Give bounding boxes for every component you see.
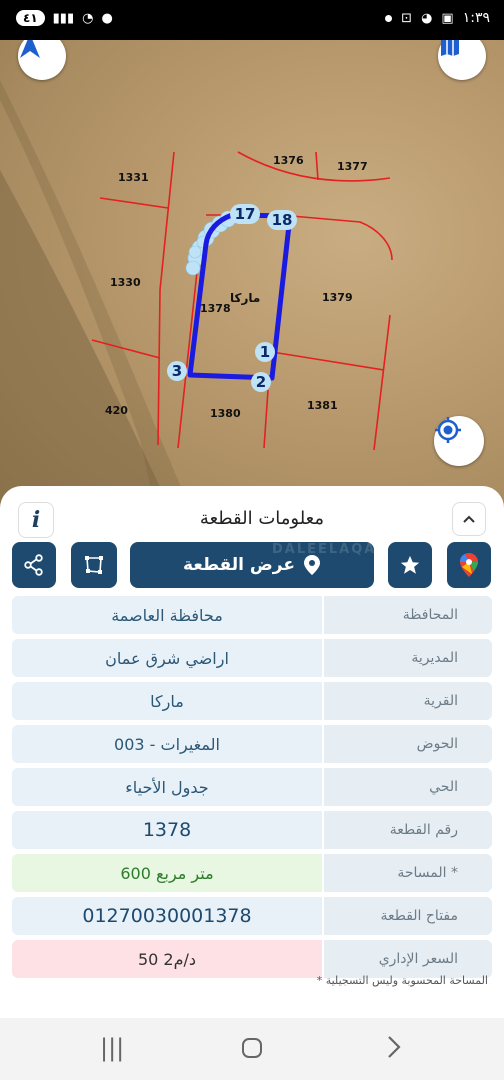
screenshot-icon: ⊡ — [401, 10, 413, 26]
gallery-icon: ▣ — [441, 10, 454, 26]
table-row: ماركا القرية — [12, 682, 492, 720]
parcel-label: 1381 — [307, 399, 338, 412]
table-row: اراضي شرق عمان المديرية — [12, 639, 492, 677]
admin-price-value: 50 د/م2 — [12, 940, 322, 978]
info-button[interactable]: i — [18, 502, 54, 538]
area-label: المساحة * — [324, 854, 492, 892]
governorate-label: المحافظة — [324, 596, 492, 634]
basin-label: الحوض — [324, 725, 492, 763]
watermark: DALEELAQAR — [272, 542, 389, 557]
favorite-button[interactable] — [388, 542, 432, 588]
vertex-marker[interactable]: 17 — [230, 204, 260, 224]
parcel-label: 1378 — [200, 302, 231, 315]
parcel-details-table: محافظة العاصمة المحافظة اراضي شرق عمان ا… — [12, 596, 492, 983]
sheet-header: i معلومات القطعة — [0, 496, 504, 540]
basin-value: المغيرات - 003 — [12, 725, 322, 763]
share-icon — [24, 554, 43, 576]
parcel-label: 1376 — [273, 154, 304, 167]
table-row: 01270030001378 مفتاح القطعة — [12, 897, 492, 935]
signal-icon: ▮▮▮ — [52, 10, 75, 26]
action-toolbar: DALEELAQAR عرض القطعة — [0, 542, 504, 588]
location-pin-icon — [303, 555, 320, 575]
admin-price-label: السعر الإداري — [324, 940, 492, 978]
parcel-key-value: 01270030001378 — [12, 897, 322, 935]
governorate-value: محافظة العاصمة — [12, 596, 322, 634]
vertex-marker[interactable]: 3 — [167, 361, 187, 381]
parcel-label: 1377 — [337, 160, 368, 173]
table-row: المغيرات - 003 الحوض — [12, 725, 492, 763]
table-row: 50 د/م2 السعر الإداري — [12, 940, 492, 978]
village-value: ماركا — [12, 682, 322, 720]
sheet-title: معلومات القطعة — [199, 508, 324, 529]
neighborhood-label: الحي — [324, 768, 492, 806]
vertex-cluster — [185, 210, 237, 276]
parcel-label: 1331 — [118, 171, 149, 184]
info-icon: i — [31, 507, 41, 533]
parcel-number-label: رقم القطعة — [324, 811, 492, 849]
system-nav-bar: ||| — [0, 1018, 504, 1080]
polygon-button[interactable] — [71, 542, 117, 588]
notification-dot-icon — [385, 14, 393, 22]
messenger-icon: ◕ — [421, 10, 433, 26]
layers-icon — [441, 40, 459, 56]
vertex-marker[interactable]: 18 — [267, 210, 297, 230]
location-icon: ● — [101, 10, 113, 26]
recents-icon[interactable]: ||| — [100, 1034, 124, 1062]
area-name-label: ماركا — [230, 291, 261, 305]
my-location-button[interactable] — [434, 416, 484, 466]
star-icon — [400, 555, 420, 574]
parcel-label: 1330 — [110, 276, 141, 289]
wifi-icon: ◔ — [82, 10, 94, 26]
parcel-number-value: 1378 — [12, 811, 322, 849]
share-button[interactable] — [12, 542, 56, 588]
neighborhood-value: جدول الأحياء — [12, 768, 322, 806]
parcel-info-sheet: i معلومات القطعة DALEELAQAR عرض القطعة م… — [0, 486, 504, 1006]
battery-indicator: ٤١ — [16, 10, 45, 26]
vertex-marker[interactable]: 1 — [255, 342, 275, 362]
parcel-label: 1379 — [322, 291, 353, 304]
parcel-label: 1380 — [210, 407, 241, 420]
table-row: محافظة العاصمة المحافظة — [12, 596, 492, 634]
view-parcel-button[interactable]: DALEELAQAR عرض القطعة — [130, 542, 386, 588]
north-arrow-icon — [20, 40, 40, 58]
my-location-icon — [435, 417, 461, 443]
area-value: 600 متر مربع — [12, 854, 322, 892]
back-icon[interactable] — [384, 1034, 404, 1066]
google-maps-button[interactable] — [447, 542, 491, 588]
status-bar: ٤١ ▮▮▮ ◔ ● ⊡ ◕ ▣ ١:٣٩ — [0, 0, 504, 40]
google-maps-icon — [460, 553, 478, 577]
view-parcel-label: عرض القطعة — [183, 555, 295, 575]
bottom-panel-edge — [0, 1000, 504, 1018]
polygon-icon — [85, 556, 103, 574]
area-footnote: * المساحة المحسوبة وليس التسجيلية — [316, 974, 488, 987]
village-label: القرية — [324, 682, 492, 720]
map-view[interactable]: 1331 1376 1377 1330 1378 1379 420 1380 1… — [0, 40, 504, 530]
parcel-key-label: مفتاح القطعة — [324, 897, 492, 935]
parcel-label: 420 — [105, 404, 128, 417]
directorate-label: المديرية — [324, 639, 492, 677]
home-icon[interactable] — [240, 1036, 264, 1066]
collapse-button[interactable] — [452, 502, 486, 536]
directorate-value: اراضي شرق عمان — [12, 639, 322, 677]
table-row: جدول الأحياء الحي — [12, 768, 492, 806]
vertex-marker[interactable]: 2 — [251, 372, 271, 392]
chevron-up-icon — [463, 515, 475, 523]
table-row: 600 متر مربع المساحة * — [12, 854, 492, 892]
table-row: 1378 رقم القطعة — [12, 811, 492, 849]
clock: ١:٣٩ — [462, 10, 490, 26]
map-canvas — [0, 80, 393, 530]
